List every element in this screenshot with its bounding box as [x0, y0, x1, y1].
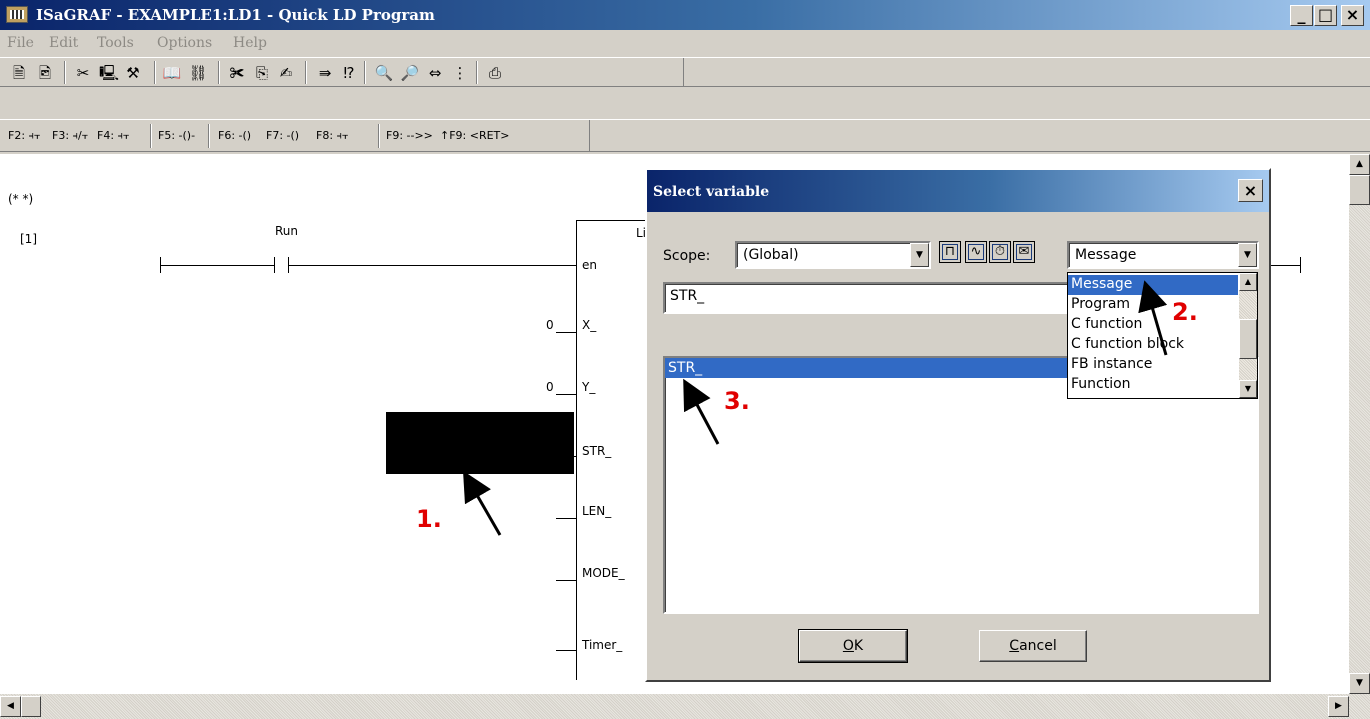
dropdown-item-c-function[interactable]: C function	[1068, 315, 1238, 335]
horizontal-scrollbar[interactable]: ◀ ▶	[0, 694, 1349, 719]
dropdown-item-message[interactable]: Message	[1068, 275, 1238, 295]
filter-message-icon[interactable]: ✉	[1013, 241, 1035, 263]
title-bar: ISaGRAF - EXAMPLE1:LD1 - Quick LD Progra…	[0, 0, 1370, 30]
step-marker-1: 1.	[416, 505, 442, 533]
window-title: ISaGRAF - EXAMPLE1:LD1 - Quick LD Progra…	[36, 6, 435, 24]
y-value[interactable]: 0	[546, 380, 554, 394]
menu-tools[interactable]: Tools	[97, 35, 134, 51]
dropdown-scrollbar[interactable]: ▲ ▼	[1239, 273, 1257, 398]
pin-mode: MODE_	[582, 566, 625, 580]
function-block	[576, 220, 577, 680]
chevron-down-icon[interactable]: ▼	[1238, 243, 1257, 267]
pin-y: Y_	[582, 380, 596, 394]
scroll-up-icon[interactable]: ▲	[1349, 154, 1370, 175]
chevron-down-icon[interactable]: ▼	[910, 243, 929, 267]
pin-timer: Timer_	[582, 638, 623, 652]
select-variable-dialog: Select variable × Scope: (Global) ▼ ⊓ ∿ …	[645, 168, 1271, 682]
x-value[interactable]: 0	[546, 318, 554, 332]
close-button[interactable]: ×	[1341, 5, 1364, 26]
dialog-title: Select variable	[653, 184, 770, 200]
dialog-title-bar: Select variable ×	[647, 170, 1269, 212]
new-icon[interactable]: 🗎	[8, 63, 30, 83]
cut-icon[interactable]: ✂	[72, 63, 94, 83]
contact-label: Run	[275, 224, 299, 238]
pin-en: en	[582, 258, 597, 272]
shift-f9-return-button[interactable]: ↑F9: <RET>	[440, 129, 510, 142]
f6-button[interactable]: F6: -()	[218, 129, 251, 142]
f7-button[interactable]: F7: -()	[266, 129, 299, 142]
ok-button[interactable]: OK	[798, 629, 908, 663]
menu-bar: File Edit Tools Options Help	[0, 30, 1370, 56]
open-icon[interactable]: 🖻	[34, 63, 56, 83]
goto-icon[interactable]: ⇛	[314, 63, 336, 83]
horizontal-scroll-thumb[interactable]	[21, 696, 41, 717]
step-marker-2: 2.	[1172, 298, 1198, 326]
rung-number: [1]	[20, 232, 37, 246]
filter-analog-icon[interactable]: ∿	[965, 241, 987, 263]
rung-comment: (* *)	[8, 192, 34, 206]
pin-str: STR_	[582, 444, 612, 458]
menu-options[interactable]: Options	[157, 35, 212, 51]
paste-icon[interactable]: ✍	[275, 63, 297, 83]
link-icon[interactable]: ⛓	[187, 63, 209, 83]
grid-icon[interactable]: ⋮	[449, 63, 471, 83]
dropdown-item-function[interactable]: Function	[1068, 375, 1238, 395]
f8-button[interactable]: F8: ⫞⫟	[316, 129, 349, 143]
vertical-scroll-thumb[interactable]	[1349, 175, 1370, 205]
fit-width-icon[interactable]: ⇔	[424, 63, 446, 83]
dropdown-item-c-function-block[interactable]: C function block	[1068, 335, 1238, 355]
f4-contact-button[interactable]: F4: ⫞⫟	[97, 129, 130, 143]
type-dropdown-list[interactable]: Message Program C function C function bl…	[1067, 272, 1258, 399]
menu-help[interactable]: Help	[233, 35, 267, 51]
ld-toolbar: F2: ⫞⫟ F3: ⫞/⫟ F4: ⫞⫟ F5: -()- F6: -() F…	[0, 119, 1370, 152]
str-input-selected-box[interactable]	[386, 412, 574, 474]
dropdown-item-program[interactable]: Program	[1068, 295, 1238, 315]
print-icon[interactable]: ⎙	[484, 63, 506, 83]
f2-contact-button[interactable]: F2: ⫞⫟	[8, 129, 41, 143]
contact-run[interactable]	[274, 257, 275, 273]
scissors-icon[interactable]: ✀	[226, 63, 248, 83]
scope-label: Scope:	[663, 248, 711, 264]
zoom-out-icon[interactable]: 🔍	[373, 63, 395, 83]
scroll-left-icon[interactable]: ◀	[0, 696, 21, 717]
app-icon	[6, 6, 28, 23]
cancel-button[interactable]: Cancel	[979, 630, 1087, 662]
scroll-right-icon[interactable]: ▶	[1328, 696, 1349, 717]
variable-name-field[interactable]: STR_	[663, 282, 1073, 314]
dialog-close-button[interactable]: ×	[1238, 179, 1263, 202]
scope-select[interactable]: (Global) ▼	[735, 241, 931, 269]
scroll-down-icon[interactable]: ▼	[1349, 673, 1370, 694]
menu-file[interactable]: File	[7, 35, 34, 51]
type-select[interactable]: Message ▼	[1067, 241, 1259, 269]
monitor-icon[interactable]: 🖳	[98, 63, 120, 83]
pin-len: LEN_	[582, 504, 612, 518]
maximize-button[interactable]: □	[1314, 5, 1337, 26]
tools-icon[interactable]: ⚒	[122, 63, 144, 83]
power-rail-right	[1300, 257, 1301, 273]
scroll-up-icon[interactable]: ▲	[1239, 273, 1257, 291]
f3-contact-button[interactable]: F3: ⫞/⫟	[52, 129, 88, 143]
check-icon[interactable]: ⁉	[338, 63, 360, 83]
scroll-down-icon[interactable]: ▼	[1239, 380, 1257, 398]
minimize-button[interactable]: _	[1290, 5, 1313, 26]
pin-x: X_	[582, 318, 597, 332]
f5-coil-button[interactable]: F5: -()-	[158, 129, 195, 142]
filter-timer-icon[interactable]: ⏱	[989, 241, 1011, 263]
filter-boolean-icon[interactable]: ⊓	[939, 241, 961, 263]
zoom-in-icon[interactable]: 🔎	[399, 63, 421, 83]
menu-edit[interactable]: Edit	[49, 35, 78, 51]
f9-jump-button[interactable]: F9: -->>	[386, 129, 433, 142]
main-toolbar: 🗎 🖻 ✂ 🖳 ⚒ 📖 ⛓ ✀ ⎘ ✍ ⇛ ⁉ 🔍 🔎 ⇔ ⋮ ⎙	[0, 57, 1370, 87]
copy-icon[interactable]: ⎘	[251, 63, 273, 83]
dropdown-item-fb-instance[interactable]: FB instance	[1068, 355, 1238, 375]
step-marker-3: 3.	[724, 387, 750, 415]
book-icon[interactable]: 📖	[161, 63, 183, 83]
vertical-scrollbar[interactable]: ▲ ▼	[1349, 154, 1370, 719]
